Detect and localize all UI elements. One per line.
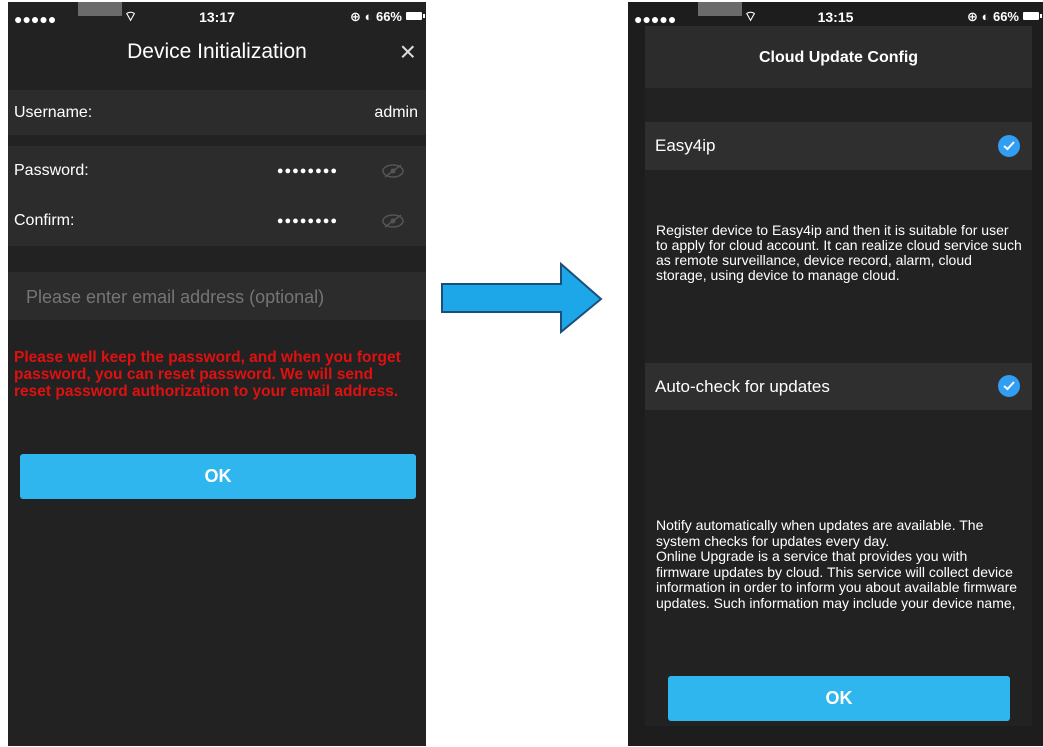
confirm-label: Confirm: <box>14 212 75 229</box>
hide-confirm-icon[interactable] <box>382 214 404 228</box>
ok-button[interactable]: OK <box>20 454 416 499</box>
hide-password-icon[interactable] <box>382 164 404 178</box>
arrow-icon <box>441 261 603 335</box>
email-input[interactable] <box>24 272 418 322</box>
auto-check-label: Auto-check for updates <box>655 377 830 396</box>
password-warning: Please well keep the password, and when … <box>14 349 401 400</box>
online-upgrade-notice: Online Upgrade is a service that provide… <box>656 548 1018 611</box>
status-indicators: ⊕ ◐ 66% <box>967 9 1019 24</box>
status-bar: ●●●●● ⌔ 13:17 ⊕ ◐ 66% <box>8 2 426 32</box>
auto-check-description: Notify automatically when updates are av… <box>656 518 1024 666</box>
email-row <box>8 272 426 322</box>
cloud-update-config-screen: ●●●●● ⌔ 13:15 ⊕ ◐ 66% Cloud Update Confi… <box>628 2 1043 746</box>
dialog-title: Cloud Update Config <box>758 49 919 66</box>
easy4ip-check-icon[interactable] <box>998 135 1020 157</box>
dialog: Cloud Update Config Easy4ip Register dev… <box>645 26 1032 726</box>
battery-icon <box>1023 12 1042 20</box>
device-initialization-screen: ●●●●● ⌔ 13:17 ⊕ ◐ 66% Device Initializat… <box>8 2 426 746</box>
ok-button[interactable]: OK <box>668 676 1010 721</box>
auto-check-notice: Notify automatically when updates are av… <box>656 518 984 549</box>
username-value: admin <box>374 104 418 121</box>
username-label: Username: <box>14 104 93 121</box>
auto-check-row[interactable]: Auto-check for updates <box>645 363 1032 410</box>
battery-icon <box>406 12 425 20</box>
easy4ip-row[interactable]: Easy4ip <box>645 122 1032 170</box>
username-row: Username: admin <box>8 90 426 135</box>
dialog-header: Cloud Update Config <box>645 26 1032 88</box>
status-indicators: ⊕ ◐ 66% <box>350 9 402 24</box>
auto-check-check-icon[interactable] <box>998 375 1020 397</box>
easy4ip-description: Register device to Easy4ip and then it i… <box>656 222 1022 283</box>
password-label: Password: <box>14 162 89 179</box>
close-icon[interactable]: × <box>400 36 416 68</box>
confirm-password-field[interactable] <box>218 211 338 231</box>
password-row: Password: Confirm: <box>8 146 426 246</box>
password-field[interactable] <box>218 161 338 181</box>
easy4ip-label: Easy4ip <box>655 136 716 155</box>
page-title: Device Initialization <box>127 40 307 63</box>
